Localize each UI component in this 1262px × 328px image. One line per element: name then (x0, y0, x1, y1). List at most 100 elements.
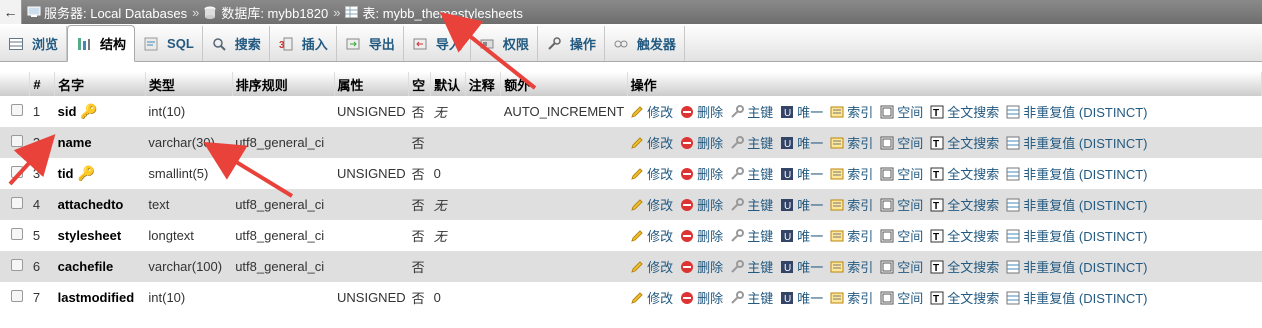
header-num[interactable]: # (29, 72, 56, 96)
fulltext-button[interactable]: T 全文搜索 (930, 102, 999, 121)
index-button[interactable]: 索引 (830, 226, 873, 245)
tab-export[interactable]: 导出 (337, 26, 404, 61)
pencil-icon (630, 136, 644, 150)
row-checkbox[interactable] (11, 197, 23, 209)
unique-button[interactable]: U 唯一 (780, 133, 823, 152)
spatial-button[interactable]: 空间 (880, 226, 923, 245)
index-button[interactable]: 索引 (830, 164, 873, 183)
spatial-button[interactable]: 空间 (880, 288, 923, 307)
distinct-label: 非重复值 (DISTINCT) (1023, 167, 1148, 182)
tab-search[interactable]: 搜索 (203, 26, 270, 61)
unique-button[interactable]: U 唯一 (780, 226, 823, 245)
primary-key-button[interactable]: 主键 (730, 257, 773, 276)
tab-triggers[interactable]: 触发器 (605, 26, 685, 61)
distinct-button[interactable]: 非重复值 (DISTINCT) (1006, 288, 1147, 307)
primary-key-button[interactable]: 主键 (730, 102, 773, 121)
header-null[interactable]: 空 (408, 72, 432, 96)
index-button[interactable]: 索引 (830, 102, 873, 121)
spatial-button[interactable]: 空间 (880, 133, 923, 152)
primary-key-button[interactable]: 主键 (730, 133, 773, 152)
header-collation[interactable]: 排序规则 (232, 72, 335, 96)
distinct-button[interactable]: 非重复值 (DISTINCT) (1006, 164, 1147, 183)
primary-key-button[interactable]: 主键 (730, 288, 773, 307)
edit-label: 修改 (647, 136, 674, 151)
fulltext-icon: T (930, 167, 944, 181)
breadcrumb-table-label[interactable]: 表: mybb_themestylesheets (362, 3, 522, 22)
unique-button[interactable]: U 唯一 (780, 164, 823, 183)
row-checkbox[interactable] (11, 135, 23, 147)
fulltext-button[interactable]: T 全文搜索 (930, 226, 999, 245)
drop-button[interactable]: 删除 (680, 133, 723, 152)
distinct-button[interactable]: 非重复值 (DISTINCT) (1006, 226, 1147, 245)
spatial-button[interactable]: 空间 (880, 257, 923, 276)
edit-button[interactable]: 修改 (630, 257, 673, 276)
breadcrumb-database[interactable]: 数据库: mybb1820 » (204, 3, 340, 22)
drop-button[interactable]: 删除 (680, 226, 723, 245)
fulltext-button[interactable]: T 全文搜索 (930, 257, 999, 276)
primary-key-button[interactable]: 主键 (730, 195, 773, 214)
header-name[interactable]: 名字 (54, 72, 146, 96)
index-label: 索引 (847, 136, 874, 151)
spatial-button[interactable]: 空间 (880, 102, 923, 121)
field-type: varchar(100) (145, 251, 233, 282)
unique-label: 唯一 (797, 105, 824, 120)
tab-insert[interactable]: 3 插入 (270, 26, 337, 61)
index-button[interactable]: 索引 (830, 288, 873, 307)
back-arrow-icon[interactable]: ← (0, 0, 22, 24)
distinct-button[interactable]: 非重复值 (DISTINCT) (1006, 195, 1147, 214)
index-button[interactable]: 索引 (830, 133, 873, 152)
breadcrumb-database-label[interactable]: 数据库: mybb1820 (221, 3, 328, 22)
spatial-button[interactable]: 空间 (880, 164, 923, 183)
unique-button[interactable]: U 唯一 (780, 102, 823, 121)
primary-key-button[interactable]: 主键 (730, 226, 773, 245)
tab-structure[interactable]: 结构 (67, 25, 136, 62)
tab-sql[interactable]: SQL (135, 26, 203, 61)
header-default[interactable]: 默认 (430, 72, 466, 96)
drop-button[interactable]: 删除 (680, 102, 723, 121)
edit-button[interactable]: 修改 (630, 226, 673, 245)
edit-button[interactable]: 修改 (630, 195, 673, 214)
primary-key-button[interactable]: 主键 (730, 164, 773, 183)
unique-button[interactable]: U 唯一 (780, 288, 823, 307)
fulltext-button[interactable]: T 全文搜索 (930, 164, 999, 183)
spatial-button[interactable]: 空间 (880, 195, 923, 214)
unique-button[interactable]: U 唯一 (780, 257, 823, 276)
drop-button[interactable]: 删除 (680, 288, 723, 307)
header-comment[interactable]: 注释 (465, 72, 502, 96)
fulltext-button[interactable]: T 全文搜索 (930, 195, 999, 214)
drop-button[interactable]: 删除 (680, 164, 723, 183)
edit-button[interactable]: 修改 (630, 288, 673, 307)
breadcrumb-table[interactable]: 表: mybb_themestylesheets (345, 3, 523, 22)
tab-import[interactable]: 导入 (404, 26, 471, 61)
breadcrumb-server[interactable]: 服务器: Local Databases » (27, 3, 199, 22)
breadcrumb-server-label[interactable]: 服务器: Local Databases (44, 3, 187, 22)
row-checkbox[interactable] (11, 104, 23, 116)
distinct-button[interactable]: 非重复值 (DISTINCT) (1006, 257, 1147, 276)
row-checkbox[interactable] (11, 259, 23, 271)
header-type[interactable]: 类型 (145, 72, 233, 96)
header-attributes[interactable]: 属性 (334, 72, 410, 96)
field-type: varchar(30) (145, 127, 233, 158)
edit-button[interactable]: 修改 (630, 102, 673, 121)
field-attributes: UNSIGNED (334, 158, 409, 189)
distinct-button[interactable]: 非重复值 (DISTINCT) (1006, 133, 1147, 152)
fulltext-button[interactable]: T 全文搜索 (930, 288, 999, 307)
edit-button[interactable]: 修改 (630, 133, 673, 152)
drop-button[interactable]: 删除 (680, 257, 723, 276)
tab-browse[interactable]: 浏览 (0, 26, 68, 61)
row-checkbox[interactable] (11, 228, 23, 240)
fulltext-button[interactable]: T 全文搜索 (930, 133, 999, 152)
unique-button[interactable]: U 唯一 (780, 195, 823, 214)
edit-button[interactable]: 修改 (630, 164, 673, 183)
tab-operations[interactable]: 操作 (538, 26, 605, 61)
key-icon (730, 197, 745, 212)
index-button[interactable]: 索引 (830, 257, 873, 276)
drop-button[interactable]: 删除 (680, 195, 723, 214)
distinct-button[interactable]: 非重复值 (DISTINCT) (1006, 102, 1147, 121)
field-extra (500, 282, 628, 313)
row-checkbox[interactable] (11, 290, 23, 302)
row-checkbox[interactable] (11, 166, 23, 178)
tab-privileges[interactable]: 权限 (471, 26, 538, 61)
header-extra[interactable]: 额外 (500, 72, 628, 96)
index-button[interactable]: 索引 (830, 195, 873, 214)
